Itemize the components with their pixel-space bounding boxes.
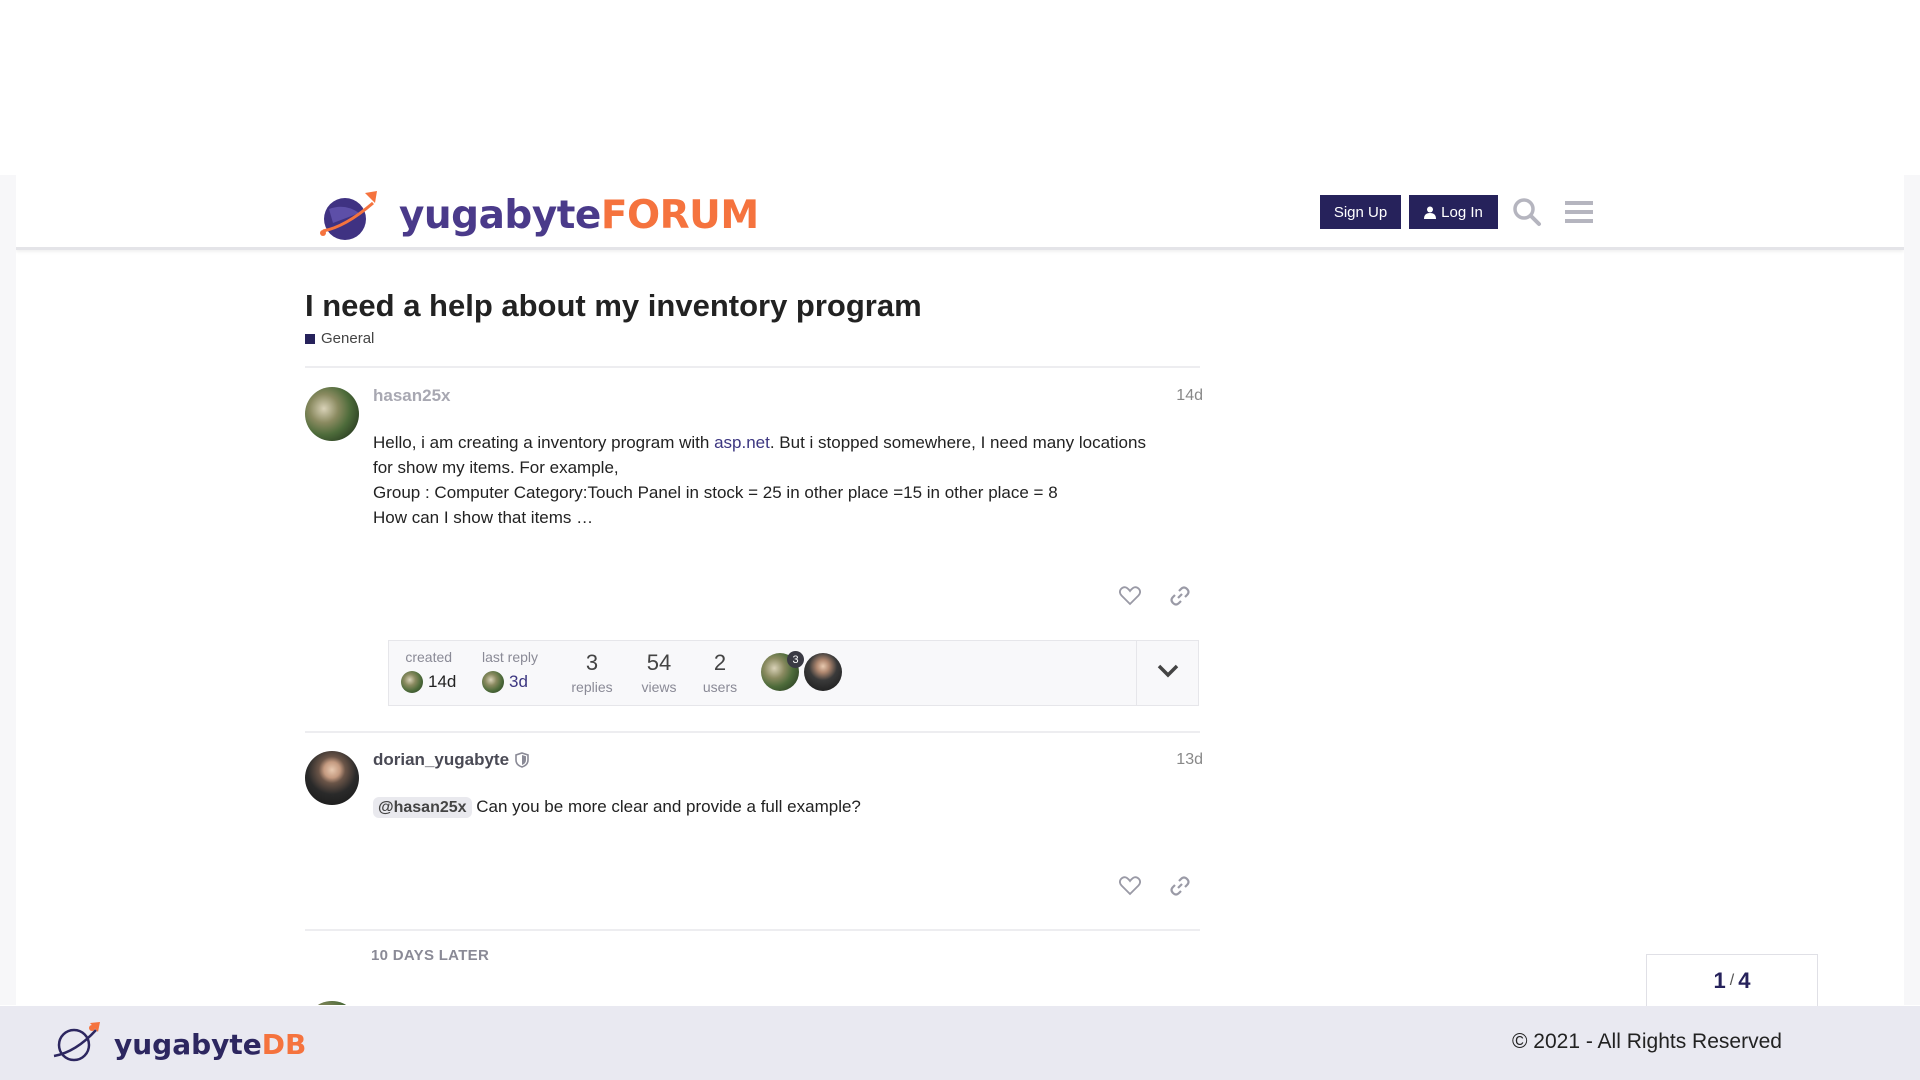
frame-edge-right <box>1904 175 1920 1005</box>
search-icon[interactable] <box>1510 195 1544 229</box>
avatar-dorian-yugabyte[interactable] <box>305 751 359 805</box>
post-date[interactable]: 14d <box>1163 387 1203 405</box>
rocket-planet-logo-icon <box>315 187 381 243</box>
divider <box>305 929 1200 931</box>
hamburger-menu-icon[interactable] <box>1562 195 1596 229</box>
heart-icon[interactable] <box>1117 583 1143 609</box>
divider <box>305 366 1200 368</box>
frame-edge-left <box>0 175 16 1005</box>
users-count: 2 <box>713 650 727 675</box>
post-line: How can I show that items … <box>373 508 594 527</box>
created-label: created <box>405 649 453 665</box>
forum-screenshot: yugabyteFORUM Sign Up Log In I need a he… <box>16 175 1904 1005</box>
slide-footer: yugabyteDB © 2021 - All Rights Reserved <box>0 1006 1920 1080</box>
post-text: Hello, i am creating a inventory program… <box>373 433 715 452</box>
sign-up-button[interactable]: Sign Up <box>1320 195 1401 229</box>
sign-up-label: Sign Up <box>1333 203 1388 221</box>
yugabytedb-logo: yugabyteDB <box>50 1020 306 1069</box>
footer-logo-text: yugabyteDB <box>114 1027 307 1061</box>
views-count: 54 <box>646 650 672 675</box>
post-line: for show my items. For example, <box>373 458 619 477</box>
post-count-badge: 3 <box>787 651 804 668</box>
last-reply-label: last reply <box>482 649 539 665</box>
post-date[interactable]: 13d <box>1163 751 1203 769</box>
last-reply-value[interactable]: 3d <box>509 672 528 692</box>
footer-logo-yugabyte: yugabyte <box>114 1027 262 1061</box>
category-color-swatch <box>305 333 315 344</box>
topic-map: created 14d last reply 3d 3 replies 54 v… <box>388 640 1199 706</box>
created-value-row: 14d <box>401 671 456 693</box>
progress-separator: / <box>1729 971 1735 989</box>
user-icon <box>1424 206 1437 219</box>
chevron-down-icon <box>1157 664 1179 683</box>
replies-label: replies <box>571 679 613 695</box>
replies-count: 3 <box>585 650 599 675</box>
views-label: views <box>641 679 677 695</box>
heart-icon[interactable] <box>1117 873 1143 899</box>
post-username[interactable]: dorian_yugabyte <box>373 750 529 770</box>
forum-header: yugabyteFORUM Sign Up Log In <box>16 175 1904 250</box>
forum-logo-text: yugabyteFORUM <box>399 196 759 235</box>
users-stat: 2 users <box>695 650 745 696</box>
avatar-hasan25x[interactable] <box>305 1001 359 1005</box>
poster-avatar-dorian[interactable] <box>804 653 842 691</box>
avatar-hasan25x[interactable] <box>305 387 359 441</box>
created-value[interactable]: 14d <box>428 672 456 692</box>
forum-logo[interactable]: yugabyteFORUM <box>315 185 759 245</box>
progress-current: 1 <box>1713 967 1726 993</box>
time-gap-label: 10 DAYS LATER <box>371 947 490 964</box>
topic-progress-indicator[interactable]: 1 / 4 <box>1646 954 1818 1006</box>
post-username[interactable]: hasan25x <box>373 386 451 406</box>
post-body: @hasan25x Can you be more clear and prov… <box>373 794 1193 820</box>
created-info: created 14d <box>401 649 456 693</box>
post-line: @hasan25x Can you be more clear and prov… <box>373 794 1193 820</box>
category-badge[interactable]: General <box>305 330 374 347</box>
link-icon[interactable] <box>1167 583 1193 609</box>
created-avatar <box>401 671 423 693</box>
replies-stat: 3 replies <box>567 650 617 696</box>
post-body: Hello, i am creating a inventory program… <box>373 430 1193 530</box>
logo-text-yugabyte: yugabyte <box>399 192 601 238</box>
topic-title[interactable]: I need a help about my inventory program <box>305 288 922 324</box>
log-in-label: Log In <box>1441 203 1483 221</box>
last-reply-info: last reply 3d <box>482 649 538 693</box>
user-mention[interactable]: @hasan25x <box>373 797 472 818</box>
asp-net-link[interactable]: asp.net <box>714 433 770 452</box>
last-reply-value-row: 3d <box>482 671 538 693</box>
shield-icon <box>515 752 529 768</box>
post-line: Group : Computer Category:Touch Panel in… <box>373 483 1058 502</box>
rocket-planet-logo-icon <box>50 1020 102 1069</box>
post-username-text: dorian_yugabyte <box>373 750 510 769</box>
logo-text-forum: FORUM <box>600 192 759 238</box>
users-label: users <box>702 679 738 695</box>
post-text: . But i stopped somewhere, I need many l… <box>769 433 1146 452</box>
divider <box>305 731 1200 733</box>
link-icon[interactable] <box>1167 873 1193 899</box>
progress-total: 4 <box>1738 967 1751 993</box>
expand-topic-map-button[interactable] <box>1137 641 1199 705</box>
category-label: General <box>321 330 375 347</box>
last-reply-avatar <box>482 671 504 693</box>
slide-top-margin <box>0 0 1920 175</box>
copyright-text: © 2021 - All Rights Reserved <box>1512 1030 1782 1053</box>
footer-logo-db: DB <box>261 1027 307 1061</box>
log-in-button[interactable]: Log In <box>1409 195 1498 229</box>
post-text: Can you be more clear and provide a full… <box>471 797 861 816</box>
views-stat: 54 views <box>634 650 684 696</box>
post-line: Hello, i am creating a inventory program… <box>373 430 1193 455</box>
